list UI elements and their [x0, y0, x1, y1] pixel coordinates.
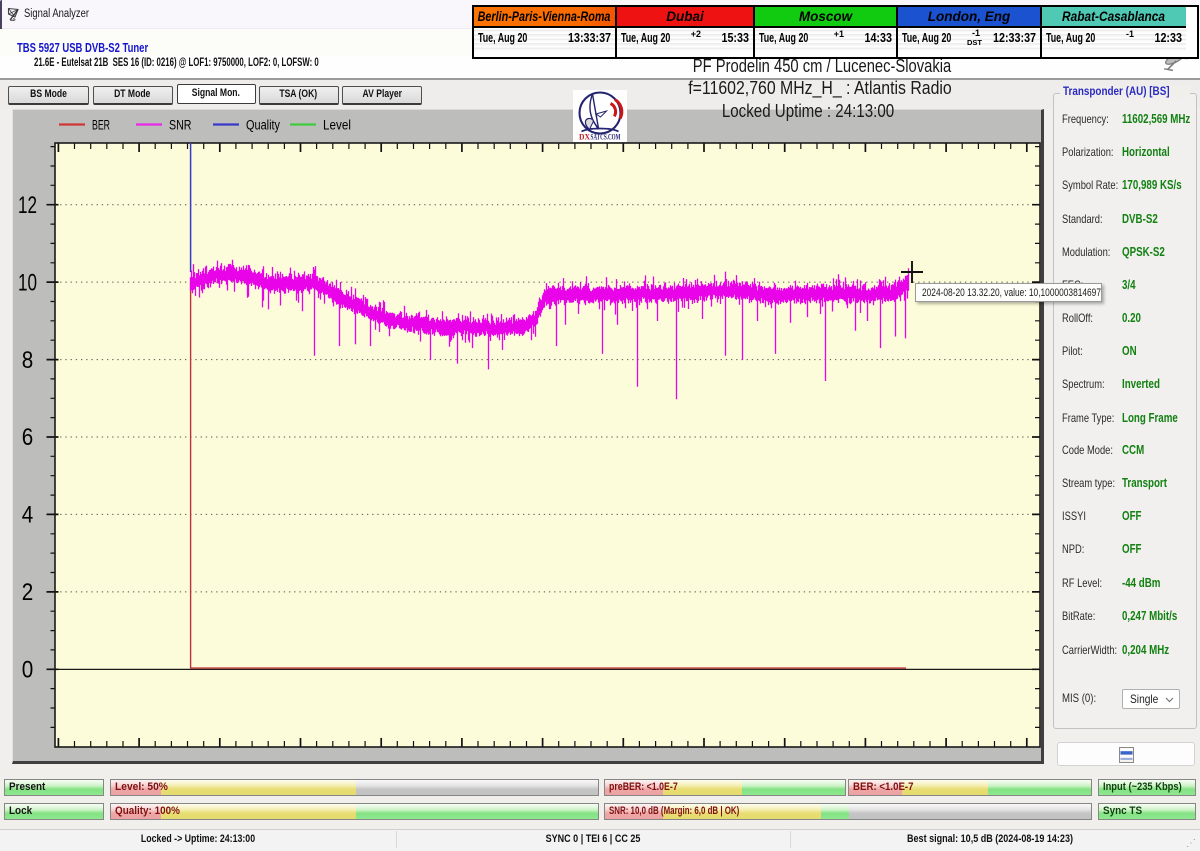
- svg-text:DX: DX: [579, 132, 591, 142]
- svg-text:BER: BER: [92, 118, 110, 133]
- svg-text:Quality: Quality: [246, 118, 280, 133]
- svg-text:12: 12: [18, 192, 37, 219]
- svg-text:6: 6: [22, 424, 34, 451]
- svg-text:4: 4: [22, 502, 34, 529]
- svg-text:8: 8: [22, 347, 34, 374]
- svg-text:10: 10: [18, 269, 37, 296]
- svg-text:0: 0: [22, 657, 34, 684]
- svg-text:SATCS.COM: SATCS.COM: [591, 132, 621, 142]
- svg-text:Level: Level: [323, 118, 351, 133]
- svg-text:SNR: SNR: [169, 118, 192, 133]
- svg-text:2: 2: [22, 579, 34, 606]
